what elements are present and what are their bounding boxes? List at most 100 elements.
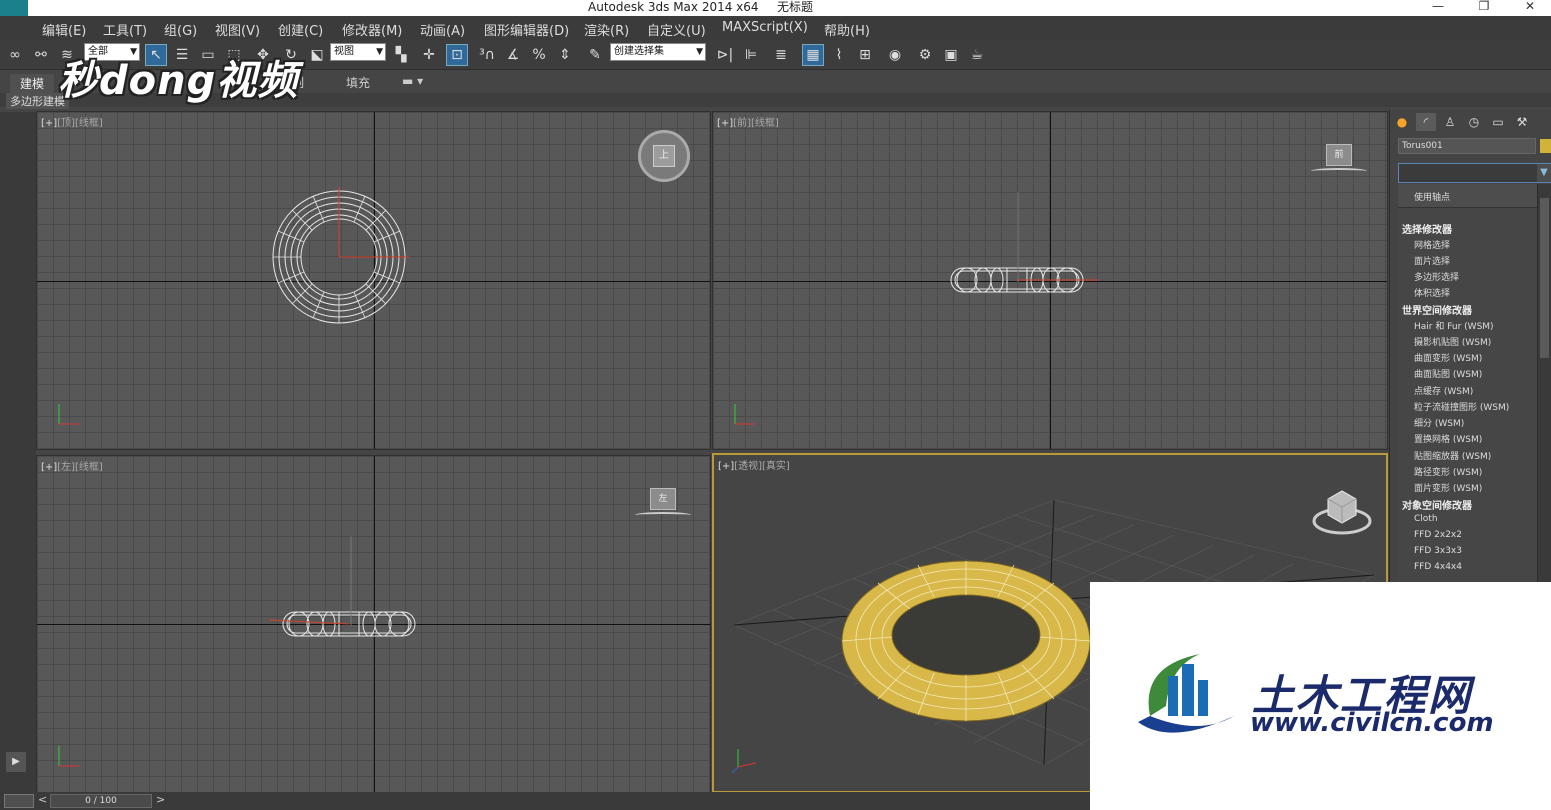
modifier-item[interactable]: 使用轴点 [1414, 190, 1450, 203]
viewport-top[interactable]: [+][顶][线框] 上 [36, 111, 711, 450]
modifier-list-dropdown[interactable]: ▼ [1398, 163, 1551, 183]
prev-frame-icon[interactable]: < [38, 793, 47, 806]
close-button[interactable]: ✕ [1508, 0, 1551, 16]
viewcube-top[interactable]: 上 [638, 130, 690, 182]
hierarchy-tab-icon[interactable]: ♙ [1440, 113, 1460, 131]
menu-group[interactable]: 组(G) [164, 20, 197, 39]
torus-shaded-perspective[interactable] [838, 553, 1094, 725]
modifier-item[interactable]: 粒子流碰撞图形 (WSM) [1414, 400, 1509, 413]
minimize-button[interactable]: — [1416, 0, 1460, 16]
named-selection-value: 创建选择集 [614, 46, 664, 57]
modifier-item[interactable]: 曲面变形 (WSM) [1414, 351, 1482, 364]
modifier-item[interactable]: Cloth [1414, 514, 1438, 524]
modifier-item[interactable]: 置换网格 (WSM) [1414, 432, 1482, 445]
graphite-toggle-icon[interactable]: ▦ [802, 44, 824, 66]
select-scale-icon[interactable]: ⬕ [306, 44, 328, 66]
menu-tools[interactable]: 工具(T) [103, 20, 147, 39]
display-tab-icon[interactable]: ▭ [1488, 113, 1508, 131]
viewcube-front[interactable]: 前 [1311, 144, 1367, 174]
viewport-layout-icon[interactable] [4, 794, 34, 808]
modifier-item[interactable]: 点缓存 (WSM) [1414, 384, 1473, 397]
menu-animation[interactable]: 动画(A) [420, 20, 465, 39]
menu-rendering[interactable]: 渲染(R) [584, 20, 629, 39]
render-production-icon[interactable]: ☕ [966, 44, 988, 66]
viewcube-left-face[interactable]: 左 [650, 488, 676, 510]
next-frame-icon[interactable]: > [156, 793, 165, 806]
modifier-item[interactable]: 曲面贴图 (WSM) [1414, 367, 1482, 380]
menu-maxscript[interactable]: MAXScript(X) [722, 20, 808, 35]
modifier-item[interactable]: 多边形选择 [1414, 270, 1459, 283]
modifier-group-header: 选择修改器 [1402, 225, 1452, 236]
named-selection-select[interactable]: 创建选择集 ▼ [610, 43, 706, 61]
modify-tab-icon[interactable]: ◜ [1416, 113, 1436, 131]
create-tab-icon[interactable]: ● [1392, 113, 1412, 131]
snaps-toggle-icon[interactable]: ³∩ [476, 44, 498, 66]
mirror-icon[interactable]: ⊳| [714, 44, 736, 66]
viewport-left-label[interactable]: [+][左][线框] [41, 458, 103, 473]
axis-tripod-icon [734, 404, 755, 425]
viewport-top-label[interactable]: [+][顶][线框] [41, 114, 103, 129]
modifier-item[interactable]: 摄影机贴图 (WSM) [1414, 335, 1491, 348]
menu-modifiers[interactable]: 修改器(M) [342, 20, 402, 39]
modifier-item[interactable]: FFD 4x4x4 [1414, 562, 1462, 572]
material-editor-icon[interactable]: ◉ [884, 44, 906, 66]
ribbon-options-icon[interactable]: ▬ ▾ [402, 74, 423, 88]
viewcube-top-face[interactable]: 上 [653, 145, 675, 167]
menu-help[interactable]: 帮助(H) [824, 20, 870, 39]
curve-editor-icon[interactable]: ⌇ [828, 44, 850, 66]
object-name-field[interactable]: Torus001 [1398, 138, 1536, 154]
align-icon[interactable]: ⊫ [740, 44, 762, 66]
tab-modeling[interactable]: 建模 [10, 74, 55, 93]
angle-snap-icon[interactable]: ∡ [502, 44, 524, 66]
menu-graph-editors[interactable]: 图形编辑器(D) [484, 20, 569, 39]
schematic-view-icon[interactable]: ⊞ [854, 44, 876, 66]
modifier-item[interactable]: 面片变形 (WSM) [1414, 481, 1482, 494]
torus-wireframe-top[interactable] [269, 187, 409, 327]
scrollbar-thumb[interactable] [1540, 198, 1549, 358]
time-slider[interactable]: 0 / 100 [50, 794, 152, 808]
menu-create[interactable]: 创建(C) [278, 20, 323, 39]
select-manipulate-icon[interactable]: ✛ [418, 44, 440, 66]
menu-edit[interactable]: 编辑(E) [42, 20, 86, 39]
motion-tab-icon[interactable]: ◷ [1464, 113, 1484, 131]
menu-customize[interactable]: 自定义(U) [647, 20, 706, 39]
watermark-civilcn: 土木工程网 www.civilcn.com [1090, 582, 1551, 810]
modifier-item[interactable]: 体积选择 [1414, 286, 1450, 299]
modifier-item[interactable]: 贴图缩放器 (WSM) [1414, 449, 1491, 462]
modifier-item[interactable]: 路径变形 (WSM) [1414, 465, 1482, 478]
edit-named-selection-icon[interactable]: ✎ [584, 44, 606, 66]
reference-coordinate-select[interactable]: 视图 ▼ [330, 43, 386, 61]
torus-wireframe-front[interactable] [949, 262, 1109, 298]
pivot-center-icon[interactable]: ▚ [390, 44, 412, 66]
modifier-list-scrollbar[interactable] [1538, 184, 1551, 582]
chevron-down-icon[interactable]: ▼ [1537, 164, 1551, 182]
viewcube-front-face[interactable]: 前 [1326, 144, 1352, 166]
spinner-snap-icon[interactable]: ⇕ [554, 44, 576, 66]
play-icon[interactable]: ▶ [6, 752, 26, 772]
modifier-item[interactable]: FFD 2x2x2 [1414, 530, 1462, 540]
keyboard-shortcut-override-icon[interactable]: ⊡ [446, 44, 468, 66]
render-setup-icon[interactable]: ⚙ [914, 44, 936, 66]
layer-manager-icon[interactable]: ≣ [770, 44, 792, 66]
object-color-swatch[interactable] [1540, 139, 1551, 153]
modifier-item[interactable]: Hair 和 Fur (WSM) [1414, 319, 1494, 332]
modifier-item[interactable]: 面片选择 [1414, 254, 1450, 267]
viewcube-left[interactable]: 左 [635, 488, 691, 518]
tab-populate[interactable]: 填充 [346, 74, 370, 91]
command-panel: ● ◜ ♙ ◷ ▭ ⚒ Torus001 ▼ 使用轴点 选择修改器 网格选择 面… [1389, 110, 1551, 582]
percent-snap-icon[interactable]: % [528, 44, 550, 66]
modifier-item[interactable]: 细分 (WSM) [1414, 416, 1464, 429]
viewport-front[interactable]: [+][前][线框] 前 [712, 111, 1388, 450]
utilities-tab-icon[interactable]: ⚒ [1512, 113, 1532, 131]
link-icon[interactable]: ∞ [4, 44, 26, 66]
unlink-icon[interactable]: ⚯ [30, 44, 52, 66]
modifier-item[interactable]: 网格选择 [1414, 238, 1450, 251]
menu-view[interactable]: 视图(V) [215, 20, 260, 39]
viewport-front-label[interactable]: [+][前][线框] [717, 114, 779, 129]
viewcube-perspective[interactable] [1312, 485, 1372, 539]
maximize-button[interactable]: ❐ [1462, 0, 1506, 16]
rendered-frame-window-icon[interactable]: ▣ [940, 44, 962, 66]
viewport-left[interactable]: [+][左][线框] 左 [36, 455, 711, 793]
modifier-item[interactable]: FFD 3x3x3 [1414, 546, 1462, 556]
max-app-icon[interactable] [0, 0, 28, 16]
